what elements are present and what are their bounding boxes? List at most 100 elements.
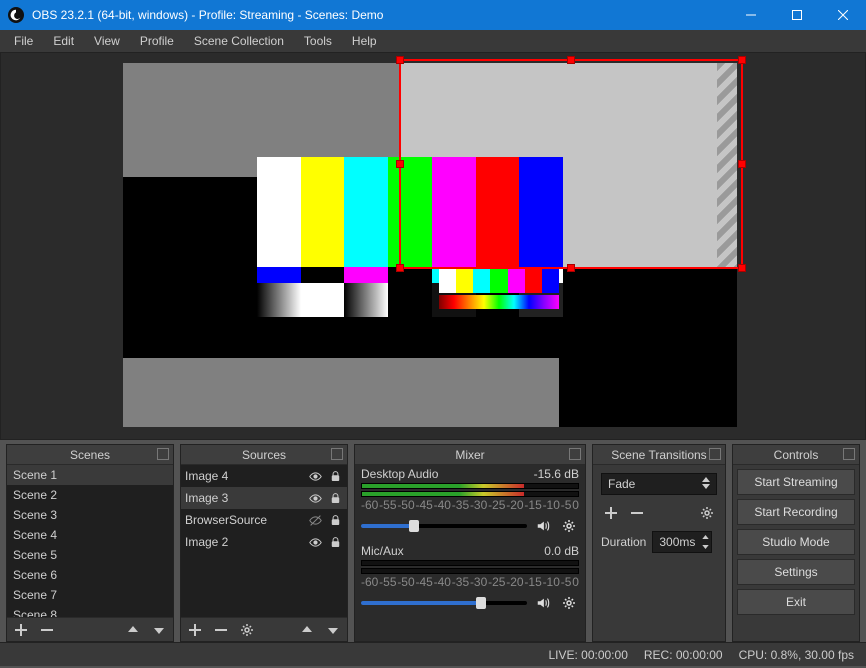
exit-button[interactable]: Exit [737,589,855,615]
minimize-button[interactable] [728,0,774,30]
status-rec: REC: 00:00:00 [644,648,723,662]
preview-area[interactable] [0,52,866,440]
menu-tools[interactable]: Tools [294,31,342,51]
add-source-button[interactable] [185,620,205,640]
duration-up-button[interactable] [699,532,711,542]
scene-item[interactable]: Scene 8 [7,605,173,617]
scene-item[interactable]: Scene 6 [7,565,173,585]
start-streaming-button[interactable]: Start Streaming [737,469,855,495]
meter-scale: -60-55-50-45-40-35-30-25-20-15-10-50 [361,575,579,589]
menu-profile[interactable]: Profile [130,31,184,51]
titlebar: OBS 23.2.1 (64-bit, windows) - Profile: … [0,0,866,30]
duration-down-button[interactable] [699,542,711,552]
mute-button[interactable] [533,516,553,536]
source-properties-button[interactable] [237,620,257,640]
lock-toggle-icon[interactable] [327,468,343,484]
scene-item[interactable]: Scene 2 [7,485,173,505]
start-recording-button[interactable]: Start Recording [737,499,855,525]
duration-input[interactable]: 300ms [652,531,712,553]
add-transition-button[interactable] [601,503,621,523]
scenes-dock: Scenes Scene 1Scene 2Scene 3Scene 4Scene… [6,444,174,642]
mixer-settings-button[interactable] [559,516,579,536]
dock-row: Scenes Scene 1Scene 2Scene 3Scene 4Scene… [0,440,866,642]
sources-title: Sources [181,445,347,465]
visibility-toggle-icon[interactable] [307,534,323,550]
scene-item[interactable]: Scene 3 [7,505,173,525]
scene-item[interactable]: Scene 4 [7,525,173,545]
audio-meter [361,560,579,566]
status-cpu: CPU: 0.8%, 30.00 fps [739,648,854,662]
scene-item[interactable]: Scene 5 [7,545,173,565]
move-source-down-button[interactable] [323,620,343,640]
lock-toggle-icon[interactable] [327,490,343,506]
mute-button[interactable] [533,593,553,613]
sources-dock: Sources Image 4Image 3BrowserSourceImage… [180,444,348,642]
close-button[interactable] [820,0,866,30]
status-live: LIVE: 00:00:00 [548,648,627,662]
controls-title-label: Controls [774,448,819,462]
window-title: OBS 23.2.1 (64-bit, windows) - Profile: … [32,8,728,22]
selection-handle-se[interactable] [738,264,746,272]
sources-title-label: Sources [242,448,286,462]
settings-button[interactable]: Settings [737,559,855,585]
transition-properties-button[interactable] [697,503,717,523]
dock-detach-icon[interactable] [843,448,855,460]
menu-edit[interactable]: Edit [43,31,84,51]
scenes-title: Scenes [7,445,173,465]
volume-slider[interactable] [361,601,527,605]
controls-title: Controls [733,445,859,465]
move-source-up-button[interactable] [297,620,317,640]
dock-detach-icon[interactable] [709,448,721,460]
source-label: Image 3 [185,491,303,505]
remove-source-button[interactable] [211,620,231,640]
menu-scene-collection[interactable]: Scene Collection [184,31,294,51]
transition-select[interactable]: Fade [601,473,717,495]
move-scene-up-button[interactable] [123,620,143,640]
transitions-title: Scene Transitions [593,445,725,465]
move-scene-down-button[interactable] [149,620,169,640]
dock-detach-icon[interactable] [157,448,169,460]
mixer-channel: Mic/Aux0.0 dB-60-55-50-45-40-35-30-25-20… [355,542,585,619]
add-scene-button[interactable] [11,620,31,640]
lock-toggle-icon[interactable] [327,512,343,528]
dock-detach-icon[interactable] [569,448,581,460]
menu-view[interactable]: View [84,31,130,51]
visibility-toggle-icon[interactable] [307,468,323,484]
mixer-settings-button[interactable] [559,593,579,613]
volume-slider[interactable] [361,524,527,528]
duration-value: 300ms [659,535,695,549]
rainbow-strip [439,295,559,309]
source-label: Image 4 [185,469,303,483]
dock-detach-icon[interactable] [331,448,343,460]
scenes-list[interactable]: Scene 1Scene 2Scene 3Scene 4Scene 5Scene… [7,465,173,617]
maximize-button[interactable] [774,0,820,30]
transitions-dock: Scene Transitions Fade Duration 300ms [592,444,726,642]
app-icon [8,7,24,23]
transitions-body: Fade Duration 300ms [593,465,725,561]
audio-meter [361,568,579,574]
scene-item[interactable]: Scene 7 [7,585,173,605]
visibility-toggle-icon[interactable] [307,512,323,528]
sources-toolbar [181,617,347,641]
remove-scene-button[interactable] [37,620,57,640]
preview-canvas[interactable] [123,63,737,427]
remove-transition-button[interactable] [627,503,647,523]
source-item[interactable]: Image 4 [181,465,347,487]
source-item[interactable]: BrowserSource [181,509,347,531]
source-label: BrowserSource [185,513,303,527]
menu-help[interactable]: Help [342,31,387,51]
scenes-toolbar [7,617,173,641]
mixer-channel-db: -15.6 dB [534,467,579,481]
source-item[interactable]: Image 2 [181,531,347,553]
scene-item[interactable]: Scene 1 [7,465,173,485]
source-item[interactable]: Image 3 [181,487,347,509]
lock-toggle-icon[interactable] [327,534,343,550]
studio-mode-button[interactable]: Studio Mode [737,529,855,555]
sources-list[interactable]: Image 4 Image 3 BrowserSource Image 2 [181,465,347,617]
selection-handle-ne[interactable] [738,56,746,64]
menu-file[interactable]: File [4,31,43,51]
visibility-toggle-icon[interactable] [307,490,323,506]
selection-handle-e[interactable] [738,160,746,168]
controls-body: Start Streaming Start Recording Studio M… [733,465,859,619]
audio-meter [361,483,579,489]
